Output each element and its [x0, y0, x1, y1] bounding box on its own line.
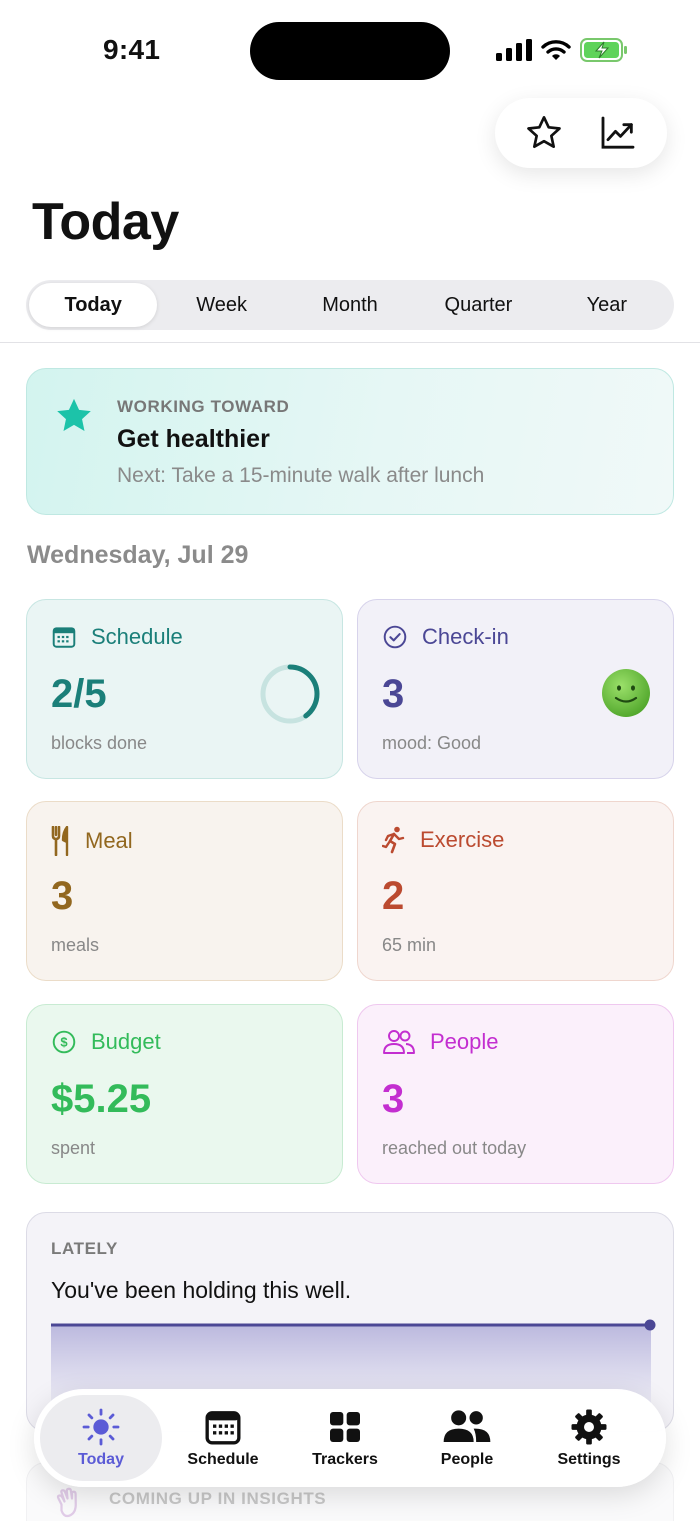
- range-tab-month[interactable]: Month: [286, 283, 414, 327]
- tab-trackers-label: Trackers: [312, 1451, 378, 1468]
- schedule-tile-sub: blocks done: [51, 733, 148, 753]
- schedule-tile-value: 2/5: [51, 672, 107, 716]
- checkin-tile-label: Check-in: [422, 624, 509, 649]
- running-figure-icon: [382, 826, 405, 854]
- tab-people[interactable]: People: [406, 1395, 528, 1481]
- tab-schedule[interactable]: Schedule: [162, 1395, 284, 1481]
- checkin-tile[interactable]: Check-in 3 mood: Good: [357, 599, 674, 779]
- dynamic-island: [250, 22, 450, 80]
- lately-eyebrow: LATELY: [51, 1239, 118, 1258]
- people-tile-label: People: [430, 1029, 499, 1054]
- people-outline-icon: [383, 1030, 415, 1054]
- schedule-tile-label: Schedule: [91, 624, 183, 649]
- exercise-tile-header: Exercise: [382, 826, 504, 854]
- tab-today-label: Today: [78, 1451, 124, 1468]
- coming-up-eyebrow: COMING UP IN INSIGHTS: [109, 1489, 327, 1508]
- exercise-tile-label: Exercise: [420, 827, 505, 852]
- calendar-icon: [205, 1411, 241, 1445]
- schedule-tile-header: Schedule: [51, 624, 183, 650]
- tab-schedule-label: Schedule: [187, 1451, 259, 1468]
- page-title: Today: [32, 193, 179, 251]
- goal-eyebrow: WORKING TOWARD: [117, 397, 290, 416]
- star-icon: [527, 116, 561, 148]
- star-icon: [57, 398, 91, 432]
- range-tab-year[interactable]: Year: [543, 283, 671, 327]
- exercise-tile-value: 2: [382, 874, 405, 918]
- meal-tile-sub: meals: [51, 935, 100, 955]
- checkmark-circle-icon: [383, 625, 407, 649]
- insights-button[interactable]: [590, 105, 646, 161]
- goal-title: Get healthier: [117, 425, 270, 453]
- budget-tile-label: Budget: [91, 1029, 161, 1054]
- svg-text:$: $: [60, 1035, 68, 1050]
- smiley-face-icon: [602, 669, 650, 717]
- status-time: 9:41: [103, 34, 161, 65]
- people-tile[interactable]: People 3 reached out today: [357, 1004, 674, 1184]
- checkin-tile-sub: mood: Good: [382, 733, 482, 753]
- tab-settings-label: Settings: [557, 1451, 621, 1468]
- checkin-tile-value: 3: [382, 672, 405, 716]
- budget-tile[interactable]: $ Budget $5.25 spent: [26, 1004, 343, 1184]
- cellular-signal-icon: [496, 39, 532, 61]
- tab-settings[interactable]: Settings: [528, 1395, 650, 1481]
- meal-tile-label: Meal: [85, 828, 133, 853]
- bottom-tab-bar: Today Schedule Trackers People Settings: [34, 1389, 666, 1487]
- schedule-tile[interactable]: Schedule 2/5 blocks done: [26, 599, 343, 779]
- goal-card[interactable]: WORKING TOWARD Get healthier Next: Take …: [26, 368, 674, 515]
- meal-tile-header: Meal: [51, 826, 133, 856]
- people-tile-sub: reached out today: [382, 1138, 527, 1158]
- trend-chart-icon: [601, 116, 635, 149]
- sun-icon: [82, 1408, 120, 1446]
- battery-charging-icon: [580, 38, 627, 62]
- favorites-button[interactable]: [516, 105, 572, 161]
- lately-trend-endpoint: [644, 1319, 656, 1331]
- date-heading: Wednesday, Jul 29: [27, 541, 249, 569]
- people-icon: [443, 1410, 491, 1442]
- budget-tile-header: $ Budget: [51, 1029, 161, 1055]
- exercise-tile[interactable]: Exercise 2 65 min: [357, 801, 674, 981]
- budget-tile-sub: spent: [51, 1138, 96, 1158]
- meal-tile[interactable]: Meal 3 meals: [26, 801, 343, 981]
- meal-tile-value: 3: [51, 874, 74, 918]
- calendar-icon: [52, 627, 76, 648]
- budget-tile-value: $5.25: [51, 1077, 152, 1121]
- goal-next-step: Next: Take a 15-minute walk after lunch: [117, 464, 485, 487]
- checkin-tile-header: Check-in: [382, 624, 509, 650]
- exercise-tile-sub: 65 min: [382, 935, 437, 955]
- tab-people-label: People: [440, 1451, 494, 1468]
- grid-icon: [330, 1412, 360, 1442]
- gear-icon: [571, 1409, 607, 1445]
- range-tab-quarter[interactable]: Quarter: [414, 283, 542, 327]
- dollar-circle-icon: $: [52, 1030, 76, 1054]
- wifi-icon: [541, 40, 571, 60]
- people-tile-header: People: [382, 1029, 499, 1055]
- header-divider: [0, 342, 700, 343]
- range-segmented-control: Today Week Month Quarter Year: [26, 280, 674, 330]
- tab-trackers[interactable]: Trackers: [284, 1395, 406, 1481]
- status-bar: 9:41: [0, 0, 700, 100]
- top-actions: [495, 98, 667, 168]
- schedule-progress-ring: [260, 664, 320, 724]
- lately-text: You've been holding this well.: [51, 1277, 352, 1303]
- range-tab-today[interactable]: Today: [29, 283, 158, 327]
- range-tab-week[interactable]: Week: [157, 283, 285, 327]
- tab-today[interactable]: Today: [40, 1395, 162, 1481]
- status-icons: [496, 38, 628, 62]
- wave-hand-icon: [56, 1487, 77, 1518]
- fork-knife-icon: [51, 826, 69, 856]
- people-tile-value: 3: [382, 1077, 405, 1121]
